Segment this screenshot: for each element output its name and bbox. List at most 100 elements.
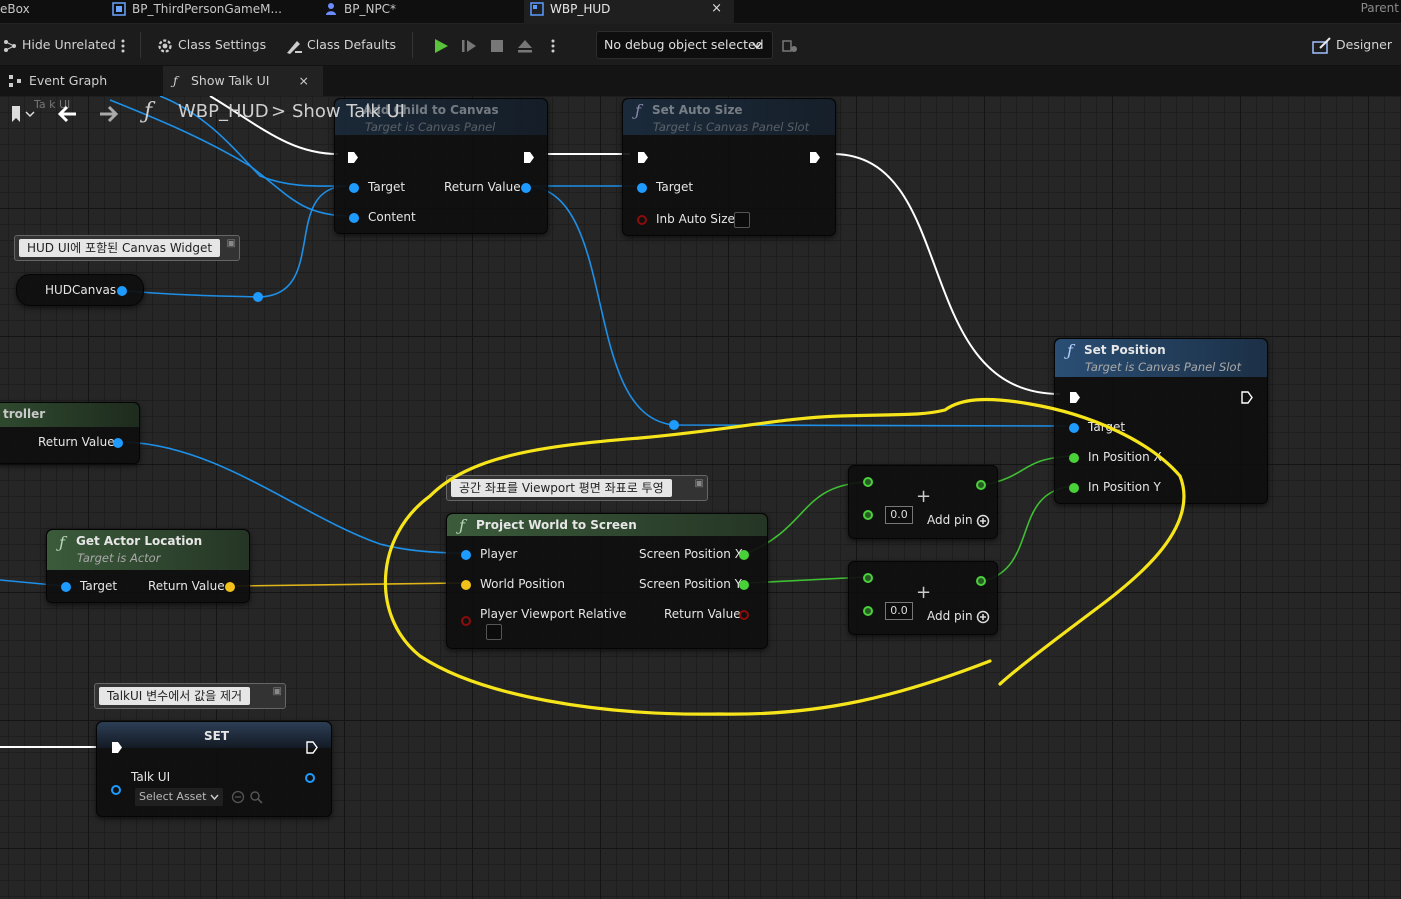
pin-icon[interactable]: ▣ [227,238,236,249]
add-float-node-y[interactable]: 0.0 + Add pin [848,561,998,635]
designer-button[interactable]: Designer [1312,24,1392,66]
class-defaults-button[interactable]: Class Defaults [285,24,396,66]
close-icon[interactable]: × [711,0,722,18]
exec-in-pin[interactable] [1069,391,1081,404]
get-actor-location-node[interactable]: ƒ Get Actor Location Target is Actor Tar… [46,529,250,603]
tab-label: Show Talk UI [191,73,270,88]
forward-arrow-icon[interactable] [96,102,120,126]
in-position-x-pin[interactable] [1069,453,1079,463]
class-defaults-icon [287,40,302,54]
exec-out-pin[interactable] [809,151,821,164]
add-output-pin[interactable] [976,576,986,586]
add-pin-label[interactable]: Add pin [927,513,973,527]
debug-filter-button[interactable] [782,24,802,66]
comment-text: TalkUI 변수에서 값을 제거 [99,687,251,705]
tab-wbp-hud[interactable]: WBP_HUD × [524,0,734,24]
add-pin-label[interactable]: Add pin [927,609,973,623]
return-value-pin[interactable] [113,438,123,448]
pin-icon[interactable]: ▣ [273,686,282,697]
auto-size-pin-label: Inb Auto Size [656,212,735,226]
add-output-pin[interactable] [976,480,986,490]
tab-ebox[interactable]: eBox [0,0,60,24]
tab-show-talk-ui[interactable]: ƒ Show Talk UI × [163,66,323,96]
set-position-node[interactable]: ƒ Set Position Target is Canvas Panel Sl… [1054,338,1268,504]
search-icon[interactable] [249,790,263,804]
eject-button[interactable] [516,24,538,66]
tab-label: Event Graph [29,73,108,88]
play-button[interactable] [432,24,454,66]
pin-icon[interactable]: ▣ [695,478,704,489]
target-pin-label: Target [80,579,118,593]
comment-hud-canvas[interactable]: HUD UI에 포함된 Canvas Widget ▣ [14,235,240,261]
add-input-b-pin[interactable] [863,510,873,520]
add-operator-label: + [916,486,932,507]
exec-out-pin[interactable] [1241,391,1253,404]
add-pin-icon[interactable] [976,514,990,528]
comment-project-world[interactable]: 공간 좌표를 Viewport 평면 좌표로 투영 ▣ [446,475,708,501]
return-value-pin[interactable] [225,582,235,592]
stop-button[interactable] [488,24,510,66]
parent-class-label[interactable]: Parent [1361,0,1399,16]
kebab-menu-icon [121,39,125,52]
target-pin[interactable] [1069,423,1079,433]
add-input-b-value[interactable]: 0.0 [885,506,913,524]
exec-in-pin[interactable] [637,151,649,164]
add-input-b-pin[interactable] [863,606,873,616]
exec-out-pin[interactable] [306,741,318,754]
exec-in-pin[interactable] [347,151,359,164]
target-pin[interactable] [349,183,359,193]
target-pin[interactable] [61,582,71,592]
step-button[interactable] [460,24,482,66]
add-pin-icon[interactable] [976,610,990,624]
add-input-a-pin[interactable] [863,573,873,583]
hud-canvas-out-pin[interactable] [117,286,127,296]
tab-event-graph[interactable]: Event Graph [0,66,160,96]
auto-size-pin[interactable] [637,215,647,225]
stop-icon [491,39,503,52]
graph-canvas[interactable]: Add Child to Canvas Target is Canvas Pan… [0,96,1401,899]
hide-unrelated-label: Hide Unrelated [22,37,116,52]
viewport-relative-pin[interactable] [461,616,471,626]
hud-canvas-variable-node[interactable]: HUDCanvas [16,274,144,306]
hide-unrelated-options-icon[interactable] [120,24,130,66]
add-float-node-x[interactable]: 0.0 + Add pin [848,465,998,539]
return-value-pin-label: Return Value [148,579,225,593]
bookmark-icon[interactable] [6,102,36,126]
set-auto-size-node[interactable]: ƒ Set Auto Size Target is Canvas Panel S… [622,98,836,236]
screen-x-pin[interactable] [739,550,749,560]
screen-y-pin[interactable] [739,580,749,590]
set-talk-ui-node[interactable]: SET Talk UI Select Asset [96,721,332,817]
return-value-pin[interactable] [521,183,531,193]
content-pin[interactable] [349,213,359,223]
world-position-pin[interactable] [461,580,471,590]
player-pin[interactable] [461,550,471,560]
target-pin[interactable] [637,183,647,193]
talk-ui-in-pin[interactable] [111,785,121,795]
return-value-pin[interactable] [739,610,749,620]
add-input-a-pin[interactable] [863,477,873,487]
comment-set-talk-ui[interactable]: TalkUI 변수에서 값을 제거 ▣ [94,683,286,709]
breadcrumb-root[interactable]: WBP_HUD [178,101,269,122]
use-selected-icon[interactable] [231,790,245,804]
debug-object-select[interactable]: No debug object selected [596,31,773,59]
play-options-icon[interactable] [550,24,560,66]
auto-size-checkbox[interactable] [734,212,750,228]
project-world-to-screen-node[interactable]: ƒ Project World to Screen Player World P… [446,513,768,649]
class-settings-button[interactable]: Class Settings [156,24,266,66]
in-position-y-pin[interactable] [1069,483,1079,493]
viewport-relative-checkbox[interactable] [486,624,502,640]
exec-out-pin[interactable] [523,151,535,164]
blueprint-icon [112,2,126,16]
target-pin-label: Target [368,180,406,194]
select-asset-dropdown[interactable]: Select Asset [135,788,223,806]
add-input-b-value[interactable]: 0.0 [885,602,913,620]
talk-ui-out-pin[interactable] [305,773,315,783]
close-icon[interactable]: × [299,66,309,96]
tab-bp-thirdperson[interactable]: BP_ThirdPersonGameM... [106,0,306,24]
node-title: Get Actor Location [76,534,203,548]
back-arrow-icon[interactable] [56,102,80,126]
exec-in-pin[interactable] [111,741,123,754]
hide-unrelated-button[interactable]: Hide Unrelated [2,24,116,66]
player-controller-node[interactable]: troller Return Value [0,402,140,464]
tab-bp-npc[interactable]: BP_NPC* [318,0,508,24]
